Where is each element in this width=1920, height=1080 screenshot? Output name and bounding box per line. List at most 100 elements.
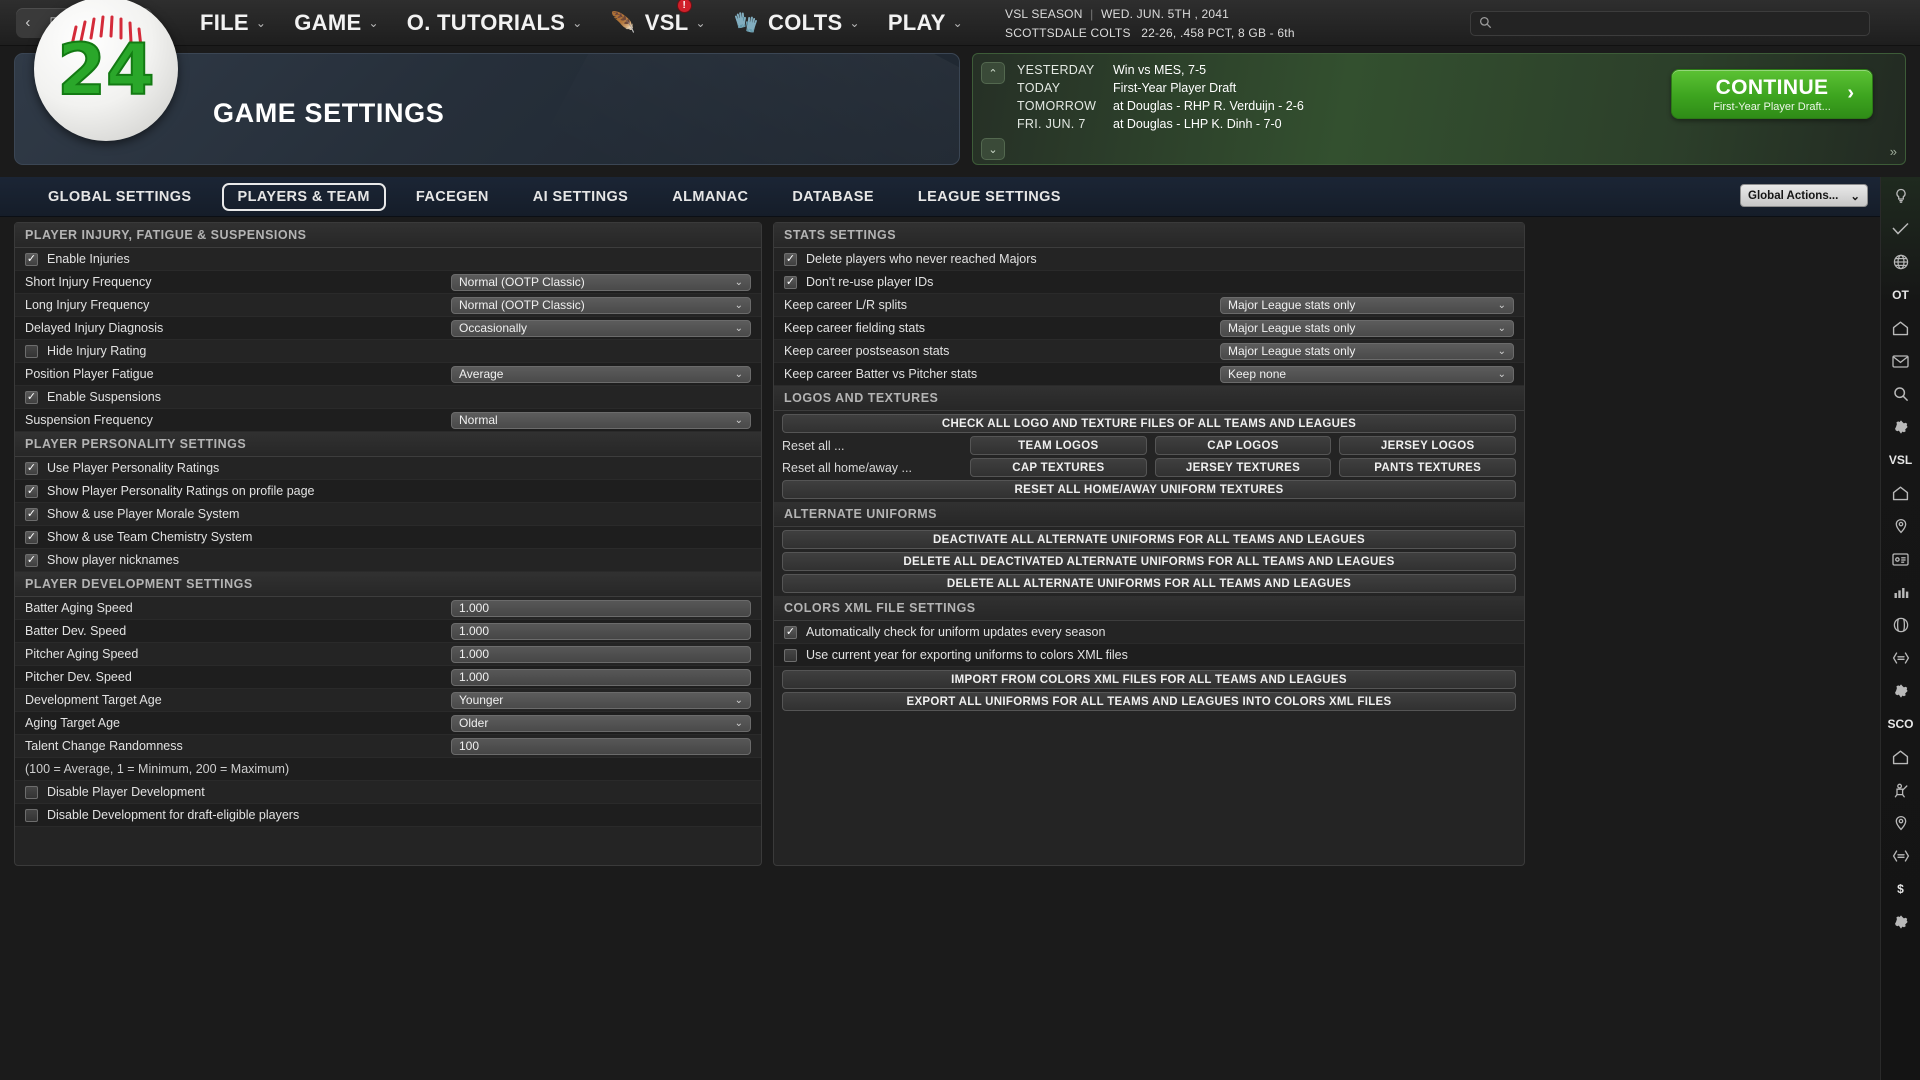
- checkbox-row-disable-development-for-draft-eligible-players[interactable]: Disable Development for draft-eligible p…: [15, 804, 761, 827]
- dropdown-suspension-frequency[interactable]: Normal ⌄: [451, 411, 751, 429]
- setting-row-long-injury-frequency[interactable]: Long Injury Frequency Normal (OOTP Classi…: [15, 294, 761, 317]
- dropdown-short-injury-frequency[interactable]: Normal (OOTP Classic) ⌄: [451, 273, 751, 291]
- input-talent-change-randomness[interactable]: 100: [451, 737, 751, 755]
- setting-row-batter-aging-speed[interactable]: Batter Aging Speed 1.000: [15, 597, 761, 620]
- menu-file[interactable]: FILE ⌄: [200, 10, 266, 36]
- checkbox-disable-player-development[interactable]: [25, 785, 38, 799]
- tab-ai-settings[interactable]: AI SETTINGS: [511, 177, 650, 217]
- input-pitcher-dev-speed[interactable]: 1.000: [451, 668, 751, 686]
- menu-tutorials[interactable]: O. TUTORIALS ⌄: [407, 10, 583, 36]
- home-league-icon[interactable]: [1888, 482, 1914, 504]
- checkbox-row-don-t-re-use-player-ids[interactable]: ✓ Don't re-use player IDs: [774, 271, 1524, 294]
- gear-league-icon[interactable]: [1888, 680, 1914, 702]
- gear-team-icon[interactable]: [1888, 911, 1914, 933]
- checkbox-row-show-use-player-morale-system[interactable]: ✓ Show & use Player Morale System: [15, 503, 761, 526]
- checkbox-row-disable-player-development[interactable]: Disable Player Development: [15, 781, 761, 804]
- dropdown-position-player-fatigue[interactable]: Average ⌄: [451, 365, 751, 383]
- setting-row-keep-career-l-r-splits[interactable]: Keep career L/R splits Major League stats…: [774, 294, 1524, 317]
- checkbox-enable-suspensions[interactable]: ✓: [25, 390, 38, 404]
- tab-league-settings[interactable]: LEAGUE SETTINGS: [896, 177, 1083, 217]
- setting-row-keep-career-fielding-stats[interactable]: Keep career fielding stats Major League s…: [774, 317, 1524, 340]
- check-icon[interactable]: [1888, 218, 1914, 240]
- button-export-all-uniforms-for-all-teams-and-leagues-in[interactable]: EXPORT ALL UNIFORMS FOR ALL TEAMS AND LE…: [782, 692, 1516, 711]
- schedule-row[interactable]: FRI. JUN. 7 at Douglas - LHP K. Dinh - 7…: [1017, 115, 1304, 133]
- vsl-label-icon[interactable]: VSL: [1888, 449, 1914, 471]
- checkbox-disable-development-for-draft-eligible-players[interactable]: [25, 808, 38, 822]
- global-actions-dropdown[interactable]: Global Actions... ⌄: [1740, 184, 1868, 207]
- back-icon[interactable]: ‹: [25, 15, 30, 30]
- setting-row-pitcher-dev-speed[interactable]: Pitcher Dev. Speed 1.000: [15, 666, 761, 689]
- input-batter-dev-speed[interactable]: 1.000: [451, 622, 751, 640]
- schedule-row[interactable]: TOMORROW at Douglas - RHP R. Verduijn - …: [1017, 97, 1304, 115]
- button-pants-textures[interactable]: PANTS TEXTURES: [1339, 458, 1517, 477]
- button-delete-all-deactivated-alternate-uniforms-for-al[interactable]: DELETE ALL DEACTIVATED ALTERNATE UNIFORM…: [782, 552, 1516, 571]
- search-input[interactable]: [1498, 16, 1858, 31]
- dropdown-keep-career-l-r-splits[interactable]: Major League stats only ⌄: [1220, 296, 1514, 314]
- expand-panel-button[interactable]: »: [1890, 144, 1897, 159]
- checkbox-enable-injuries[interactable]: ✓: [25, 252, 38, 266]
- checkbox-row-show-use-team-chemistry-system[interactable]: ✓ Show & use Team Chemistry System: [15, 526, 761, 549]
- alert-badge[interactable]: !: [676, 0, 692, 13]
- lightbulb-icon[interactable]: [1888, 185, 1914, 207]
- schedule-row[interactable]: TODAY First-Year Player Draft: [1017, 79, 1304, 97]
- globe-icon[interactable]: [1888, 251, 1914, 273]
- checkbox-delete-players-who-never-reached-majors[interactable]: ✓: [784, 252, 797, 266]
- schedule-scroll-down-button[interactable]: ⌄: [981, 138, 1005, 160]
- checkbox-don-t-re-use-player-ids[interactable]: ✓: [784, 275, 797, 289]
- setting-row-short-injury-frequency[interactable]: Short Injury Frequency Normal (OOTP Class…: [15, 271, 761, 294]
- transactions-team-icon[interactable]: [1888, 845, 1914, 867]
- home-icon[interactable]: [1888, 317, 1914, 339]
- button-reset-all-home-away-uniform-textures[interactable]: RESET ALL HOME/AWAY UNIFORM TEXTURES: [782, 480, 1516, 499]
- dollar-icon[interactable]: $: [1888, 878, 1914, 900]
- mail-icon[interactable]: [1888, 350, 1914, 372]
- button-cap-textures[interactable]: CAP TEXTURES: [970, 458, 1147, 477]
- button-import-from-colors-xml-files-for-all-teams-and-l[interactable]: IMPORT FROM COLORS XML FILES FOR ALL TEA…: [782, 670, 1516, 689]
- baseball-icon[interactable]: [1888, 614, 1914, 636]
- gear-icon[interactable]: [1888, 416, 1914, 438]
- menu-play[interactable]: PLAY ⌄: [888, 10, 963, 36]
- setting-row-development-target-age[interactable]: Development Target Age Younger ⌄: [15, 689, 761, 712]
- continue-button[interactable]: CONTINUE First-Year Player Draft... ›: [1671, 69, 1873, 119]
- tab-database[interactable]: DATABASE: [770, 177, 896, 217]
- setting-row-position-player-fatigue[interactable]: Position Player Fatigue Average ⌄: [15, 363, 761, 386]
- home-team-icon[interactable]: [1888, 746, 1914, 768]
- checkbox-show-player-personality-ratings-on-profile-page[interactable]: ✓: [25, 484, 38, 498]
- checkbox-row-show-player-nicknames[interactable]: ✓ Show player nicknames: [15, 549, 761, 572]
- button-jersey-logos[interactable]: JERSEY LOGOS: [1339, 436, 1517, 455]
- tab-players-and-team[interactable]: PLAYERS & TEAM: [221, 183, 386, 211]
- checkbox-row-automatically-check-for-uniform-updates-every-se[interactable]: ✓ Automatically check for uniform updates…: [774, 621, 1524, 644]
- id-card-icon[interactable]: [1888, 548, 1914, 570]
- checkbox-row-enable-suspensions[interactable]: ✓ Enable Suspensions: [15, 386, 761, 409]
- sco-label-icon[interactable]: SCO: [1888, 713, 1914, 735]
- dropdown-keep-career-fielding-stats[interactable]: Major League stats only ⌄: [1220, 319, 1514, 337]
- checkbox-show-use-player-morale-system[interactable]: ✓: [25, 507, 38, 521]
- checkbox-row-hide-injury-rating[interactable]: Hide Injury Rating: [15, 340, 761, 363]
- setting-row-keep-career-postseason-stats[interactable]: Keep career postseason stats Major League…: [774, 340, 1524, 363]
- dropdown-keep-career-batter-vs-pitcher-stats[interactable]: Keep none ⌄: [1220, 365, 1514, 383]
- ot-label-icon[interactable]: OT: [1888, 284, 1914, 306]
- checkbox-use-current-year-for-exporting-uniforms-to-color[interactable]: [784, 648, 797, 662]
- dropdown-aging-target-age[interactable]: Older ⌄: [451, 714, 751, 732]
- input-pitcher-aging-speed[interactable]: 1.000: [451, 645, 751, 663]
- button-deactivate-all-alternate-uniforms-for-all-teams-[interactable]: DEACTIVATE ALL ALTERNATE UNIFORMS FOR AL…: [782, 530, 1516, 549]
- button-delete-all-alternate-uniforms-for-all-teams-and-[interactable]: DELETE ALL ALTERNATE UNIFORMS FOR ALL TE…: [782, 574, 1516, 593]
- checkbox-row-show-player-personality-ratings-on-profile-page[interactable]: ✓ Show Player Personality Ratings on prof…: [15, 480, 761, 503]
- search-icon[interactable]: [1888, 383, 1914, 405]
- button-check-all-logo-and-texture-files-of-all-teams-an[interactable]: CHECK ALL LOGO AND TEXTURE FILES OF ALL …: [782, 414, 1516, 433]
- menu-colts[interactable]: 🧤 COLTS ⌄: [734, 10, 860, 36]
- input-batter-aging-speed[interactable]: 1.000: [451, 599, 751, 617]
- menu-game[interactable]: GAME ⌄: [294, 10, 379, 36]
- setting-row-suspension-frequency[interactable]: Suspension Frequency Normal ⌄: [15, 409, 761, 432]
- schedule-scroll-up-button[interactable]: ⌃: [981, 62, 1005, 84]
- checkbox-show-use-team-chemistry-system[interactable]: ✓: [25, 530, 38, 544]
- setting-row-batter-dev-speed[interactable]: Batter Dev. Speed 1.000: [15, 620, 761, 643]
- dropdown-development-target-age[interactable]: Younger ⌄: [451, 691, 751, 709]
- checkbox-automatically-check-for-uniform-updates-every-se[interactable]: ✓: [784, 625, 797, 639]
- dropdown-delayed-injury-diagnosis[interactable]: Occasionally ⌄: [451, 319, 751, 337]
- checkbox-use-player-personality-ratings[interactable]: ✓: [25, 461, 38, 475]
- bar-chart-icon[interactable]: [1888, 581, 1914, 603]
- button-jersey-textures[interactable]: JERSEY TEXTURES: [1154, 458, 1332, 477]
- setting-row-aging-target-age[interactable]: Aging Target Age Older ⌄: [15, 712, 761, 735]
- schedule-row[interactable]: YESTERDAY Win vs MES, 7-5: [1017, 61, 1304, 79]
- checkbox-row-delete-players-who-never-reached-majors[interactable]: ✓ Delete players who never reached Majors: [774, 248, 1524, 271]
